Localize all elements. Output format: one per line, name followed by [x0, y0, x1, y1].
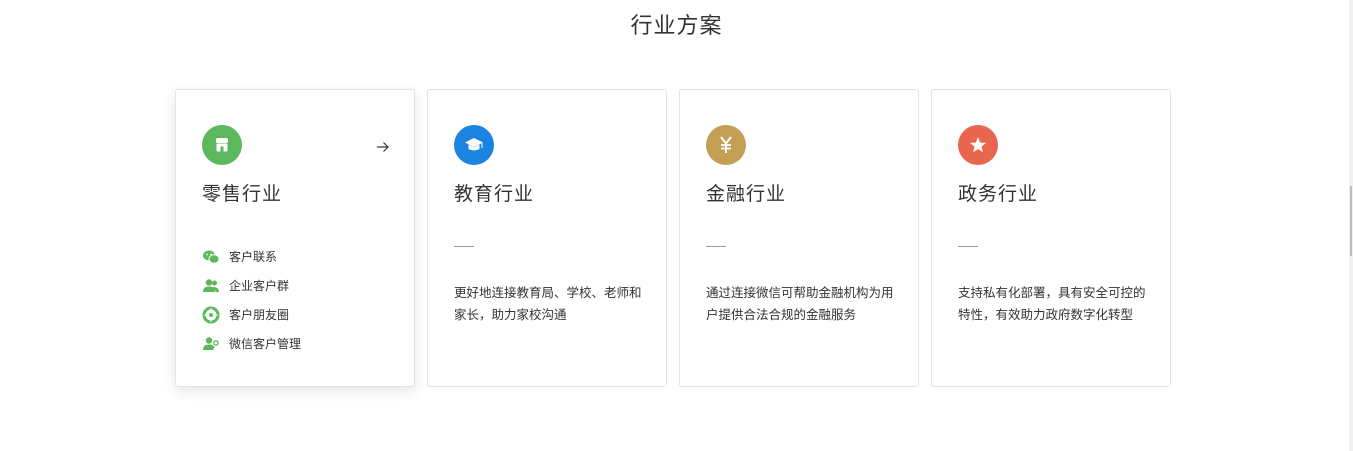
users-icon	[203, 278, 219, 292]
graduation-cap-icon	[454, 125, 494, 165]
section-title: 行业方案	[630, 14, 723, 39]
feature-label: 客户朋友圈	[229, 308, 290, 322]
card-government[interactable]: 政务行业 支持私有化部署，具有安全可控的特性，有效助力政府数字化转型	[931, 89, 1171, 387]
card-retail[interactable]: 零售行业 客户联系 企业客户群 客户朋友圈 微信客户管理	[175, 89, 415, 387]
feature-item[interactable]: 微信客户管理	[202, 329, 301, 358]
user-manage-icon	[203, 336, 219, 350]
feature-item[interactable]: 客户朋友圈	[202, 300, 301, 329]
card-description: 支持私有化部署，具有安全可控的特性，有效助力政府数字化转型	[958, 285, 1146, 322]
card-education[interactable]: 教育行业 更好地连接教育局、学校、老师和家长，助力家校沟通	[427, 89, 667, 387]
card-description: 通过连接微信可帮助金融机构为用户提供合法合规的金融服务	[706, 285, 894, 322]
card-title: 金融行业	[706, 183, 787, 205]
moments-icon	[202, 306, 220, 323]
card-description: 更好地连接教育局、学校、老师和家长，助力家校沟通	[454, 285, 642, 322]
feature-label: 微信客户管理	[229, 337, 302, 351]
star-icon	[958, 125, 998, 165]
feature-list: 客户联系 企业客户群 客户朋友圈 微信客户管理	[202, 242, 301, 358]
store-icon	[202, 125, 242, 165]
scrollbar-thumb[interactable]	[1350, 186, 1352, 256]
wechat-icon	[203, 250, 220, 264]
card-title: 零售行业	[202, 183, 283, 205]
arrow-right-icon[interactable]	[376, 138, 390, 157]
divider	[706, 246, 726, 247]
card-title: 教育行业	[454, 183, 535, 205]
feature-label: 客户联系	[229, 250, 278, 264]
divider	[958, 246, 978, 247]
divider	[454, 246, 474, 247]
card-finance[interactable]: 金融行业 通过连接微信可帮助金融机构为用户提供合法合规的金融服务	[679, 89, 919, 387]
card-title: 政务行业	[958, 183, 1039, 205]
feature-label: 企业客户群	[229, 279, 290, 293]
feature-item[interactable]: 客户联系	[202, 242, 301, 271]
feature-item[interactable]: 企业客户群	[202, 271, 301, 300]
yuan-icon	[706, 125, 746, 165]
